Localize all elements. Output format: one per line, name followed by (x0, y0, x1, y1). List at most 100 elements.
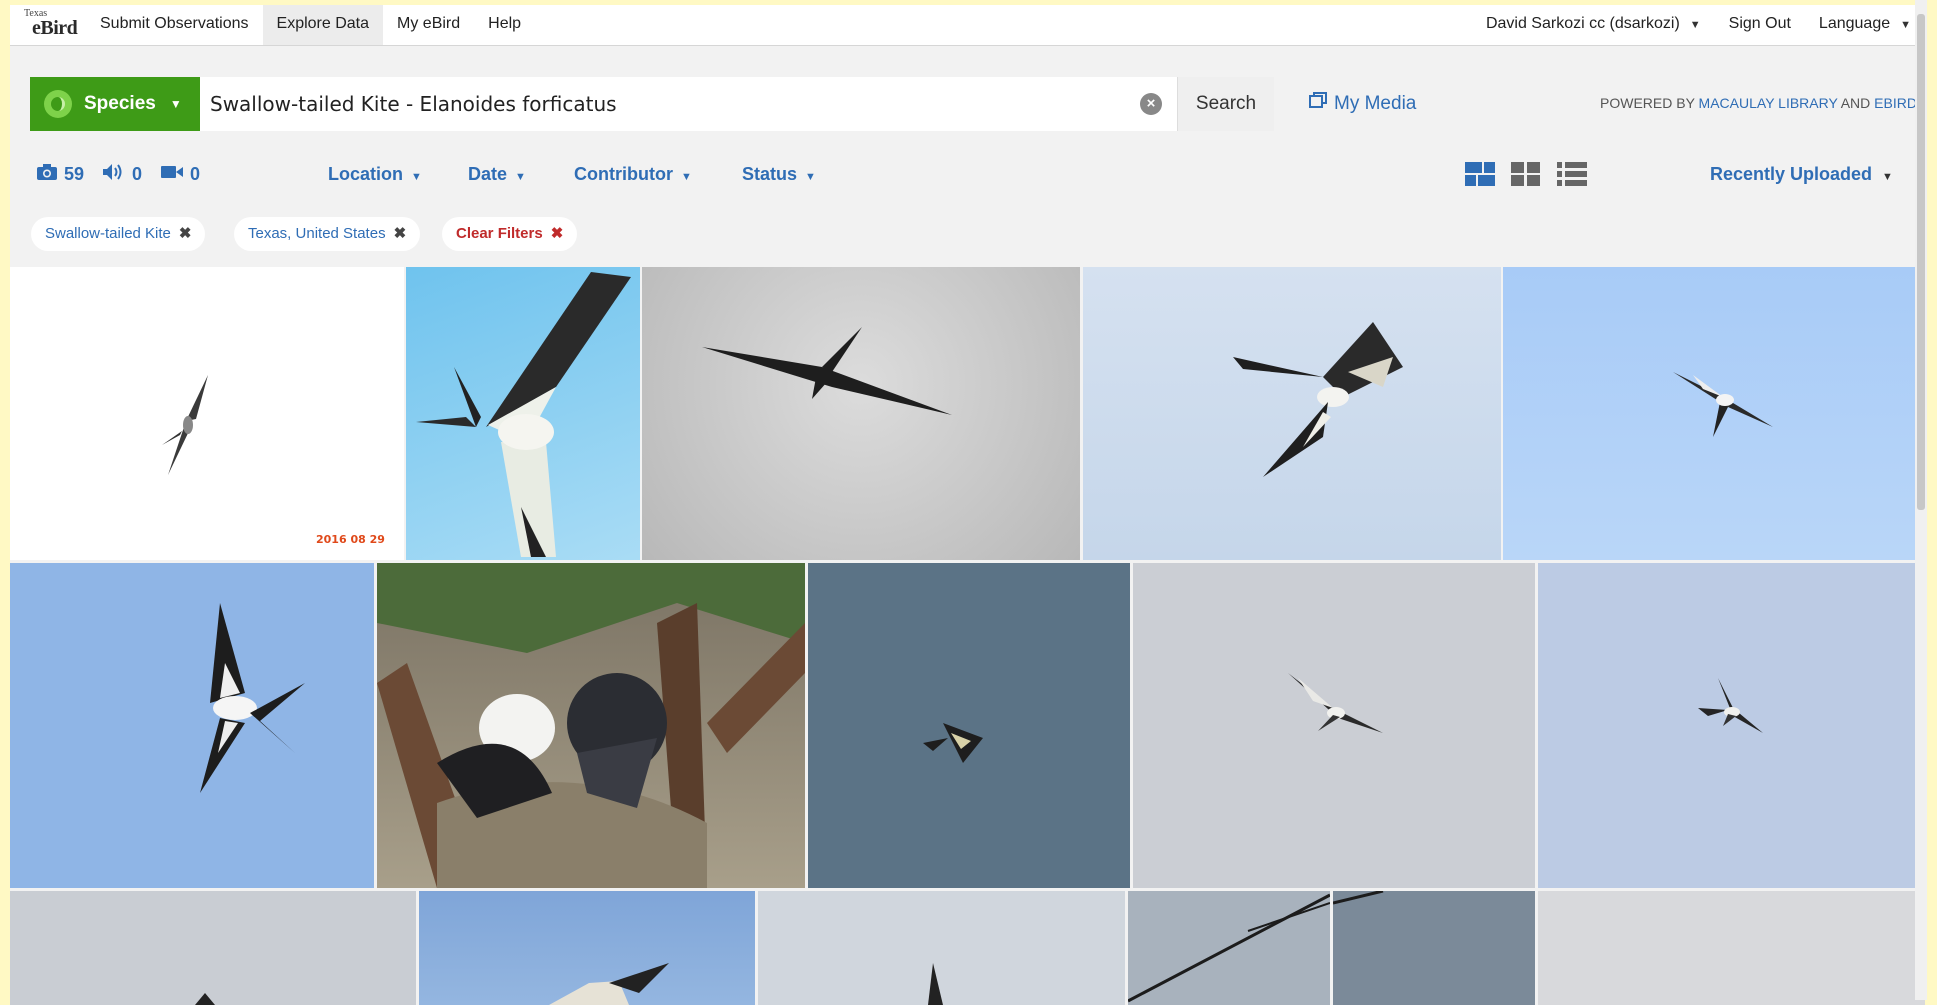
video-count-value: 0 (190, 164, 201, 184)
photo-tile[interactable] (1538, 563, 1925, 888)
chevron-down-icon: ▼ (411, 171, 422, 183)
photo-count-value: 59 (64, 164, 85, 184)
chevron-down-icon: ▼ (515, 171, 526, 183)
chip-label: Swallow-tailed Kite (45, 225, 171, 242)
power-line-image (1128, 893, 1330, 1003)
bird-image (549, 963, 669, 1005)
bird-image (1233, 322, 1403, 477)
list-view-icon[interactable] (1557, 162, 1587, 188)
app-window: Texas eBird Submit Observations Explore … (10, 5, 1925, 1005)
search-input[interactable] (210, 77, 1130, 131)
photo-tile[interactable] (758, 891, 1125, 1005)
user-menu[interactable]: David Sarkozi cc (dsarkozi) ▼ (1472, 5, 1715, 45)
location-filter[interactable]: Location ▼ (328, 164, 422, 185)
clear-search-icon[interactable]: × (1140, 93, 1162, 115)
audio-count[interactable]: 0 (102, 163, 142, 186)
status-filter[interactable]: Status ▼ (742, 164, 816, 185)
date-filter[interactable]: Date ▼ (468, 164, 526, 185)
texas-ebird-logo[interactable]: Texas eBird (10, 5, 86, 45)
search-bar: Species ▼ × Search (30, 77, 1274, 131)
nest-photo-image (377, 563, 805, 888)
powered-prefix: POWERED BY (1600, 95, 1699, 111)
view-toggle-group (1465, 162, 1603, 188)
nav-help[interactable]: Help (474, 5, 535, 45)
photo-tile[interactable] (1503, 267, 1925, 560)
photo-tile[interactable] (406, 267, 640, 560)
photo-tile[interactable] (808, 563, 1130, 888)
photo-count[interactable]: 59 (36, 163, 84, 186)
sign-out-link[interactable]: Sign Out (1715, 5, 1805, 45)
chevron-down-icon: ▼ (680, 171, 692, 183)
bird-image (923, 723, 983, 763)
camera-icon (36, 163, 58, 186)
power-line-image (1333, 891, 1384, 905)
contributor-filter[interactable]: Contributor ▼ (574, 164, 692, 185)
video-icon (160, 164, 184, 185)
media-counts: 59 0 0 (36, 163, 218, 186)
clear-filters-label: Clear Filters (456, 225, 543, 242)
filter-chip-region[interactable]: Texas, United States ✖ (234, 217, 421, 251)
chevron-down-icon: ▼ (1900, 19, 1911, 31)
bird-image (1673, 372, 1773, 437)
photo-tile[interactable] (642, 267, 1080, 560)
large-grid-view-icon[interactable] (1465, 162, 1495, 188)
ebird-link[interactable]: EBIRD (1874, 95, 1917, 111)
bird-image (1698, 678, 1763, 733)
sort-label: Recently Uploaded (1710, 164, 1873, 184)
photo-tile[interactable] (1133, 563, 1535, 888)
chevron-down-icon: ▼ (805, 171, 816, 183)
language-label: Language (1818, 15, 1891, 32)
photo-tile[interactable] (10, 891, 416, 1005)
nav-explore-data[interactable]: Explore Data (262, 5, 384, 45)
media-icon (1308, 91, 1328, 115)
chevron-down-icon: ▼ (1689, 19, 1701, 31)
nav-right-group: David Sarkozi cc (dsarkozi) ▼ Sign Out La… (1472, 5, 1925, 45)
bird-image (200, 603, 305, 793)
video-count[interactable]: 0 (160, 164, 200, 185)
remove-filter-icon[interactable]: ✖ (394, 225, 407, 242)
photo-tile[interactable] (10, 563, 374, 888)
photo-tile[interactable] (1538, 891, 1925, 1005)
species-mode-label: Species (84, 93, 156, 114)
powered-by-text: POWERED BY MACAULAY LIBRARY AND EBIRD (1600, 95, 1917, 111)
species-mode-button[interactable]: Species ▼ (30, 77, 200, 131)
macaulay-library-link[interactable]: MACAULAY LIBRARY (1699, 95, 1838, 111)
nav-my-ebird[interactable]: My eBird (383, 5, 474, 45)
status-filter-label: Status (742, 164, 798, 184)
filter-chip-species[interactable]: Swallow-tailed Kite ✖ (31, 217, 206, 251)
my-media-link[interactable]: My Media (1308, 91, 1416, 115)
my-media-label: My Media (1334, 93, 1417, 114)
small-grid-view-icon[interactable] (1511, 162, 1541, 188)
photo-tile[interactable] (1083, 267, 1501, 560)
sort-dropdown[interactable]: Recently Uploaded ▼ (1710, 164, 1893, 185)
chip-label: Texas, United States (248, 225, 386, 242)
bird-image (195, 993, 215, 1005)
audio-count-value: 0 (132, 164, 143, 184)
contributor-filter-label: Contributor (574, 164, 673, 184)
speaker-icon (102, 163, 126, 186)
remove-filter-icon[interactable]: ✖ (179, 225, 192, 242)
bird-image (702, 327, 952, 415)
scrollbar-thumb[interactable] (1917, 14, 1925, 510)
location-filter-label: Location (328, 164, 403, 184)
photo-tile[interactable]: 2016 08 29 (10, 267, 404, 560)
user-name: David Sarkozi cc (dsarkozi) (1485, 15, 1680, 32)
photo-tile[interactable] (1128, 891, 1330, 1005)
bird-image (416, 272, 631, 557)
bird-image (928, 963, 943, 1005)
photo-date-stamp: 2016 08 29 (316, 533, 385, 546)
photo-tile[interactable] (377, 563, 805, 888)
logo-brand-text: eBird (32, 17, 78, 39)
language-menu[interactable]: Language ▼ (1805, 5, 1925, 45)
photo-tile[interactable] (419, 891, 755, 1005)
bird-image (1288, 673, 1383, 733)
clear-icon: ✖ (550, 225, 564, 242)
photo-tile[interactable] (1333, 891, 1535, 1005)
top-navigation: Texas eBird Submit Observations Explore … (10, 5, 1925, 46)
clear-filters-button[interactable]: Clear Filters ✖ (442, 217, 578, 251)
chevron-down-icon: ▼ (169, 97, 182, 111)
bird-image (162, 375, 208, 475)
search-button[interactable]: Search (1177, 77, 1274, 131)
nav-submit-observations[interactable]: Submit Observations (86, 5, 263, 45)
date-filter-label: Date (468, 164, 508, 184)
